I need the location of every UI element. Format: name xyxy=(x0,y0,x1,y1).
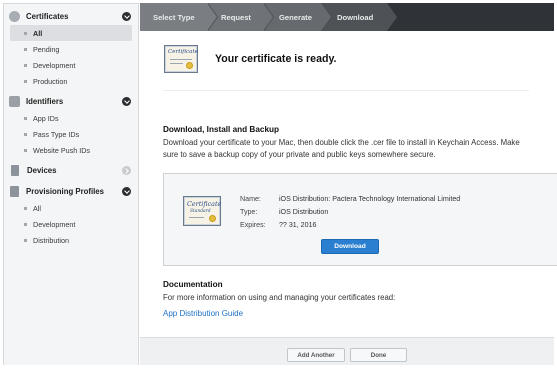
sidebar-item-app-ids[interactable]: App IDs xyxy=(4,110,138,126)
certificate-badge-icon xyxy=(9,11,20,22)
sidebar-item-label: Production xyxy=(33,76,68,86)
certificate-name: iOS Distribution: Pactera Technology Int… xyxy=(278,195,461,203)
certificate-type-row: Type: iOS Distribution xyxy=(240,208,329,216)
sidebar-item-label: All xyxy=(33,28,43,38)
bullet-icon xyxy=(24,148,27,152)
sidebar-section-identifiers[interactable]: Identifiers xyxy=(4,93,138,110)
page-title: Your certificate is ready. xyxy=(215,53,337,65)
bullet-icon xyxy=(24,116,27,120)
sidebar-section-label: Certificates xyxy=(26,12,69,21)
sidebar-item-label: Website Push IDs xyxy=(33,145,90,155)
sidebar-section-provisioning-profiles[interactable]: Provisioning Profiles xyxy=(4,183,138,200)
sidebar-section-label: Devices xyxy=(27,166,57,175)
main-content: Select Type Request Generate Download Ce… xyxy=(140,3,557,365)
download-section-description: Download your certificate to your Mac, t… xyxy=(163,138,520,159)
download-section-title: Download, Install and Backup xyxy=(163,125,280,134)
sidebar-item-profiles-development[interactable]: Development xyxy=(4,216,138,232)
sidebar-item-label: All xyxy=(33,203,41,213)
sidebar-item-website-push-ids[interactable]: Website Push IDs xyxy=(4,142,138,158)
app-distribution-guide-link[interactable]: App Distribution Guide xyxy=(163,309,243,318)
sidebar-item-profiles-all[interactable]: All xyxy=(4,200,138,216)
chevron-down-icon[interactable] xyxy=(122,187,131,196)
certificate-card: Certificate Standard Name: iOS Distribut… xyxy=(163,173,557,266)
seal-icon xyxy=(209,215,216,222)
id-card-icon xyxy=(9,96,20,107)
sidebar-section-label: Identifiers xyxy=(26,97,64,106)
sidebar-item-label: Distribution xyxy=(33,235,69,245)
certificate-type: iOS Distribution xyxy=(278,208,329,216)
chevron-down-icon[interactable] xyxy=(122,97,131,106)
download-button[interactable]: Download xyxy=(321,239,379,254)
bullet-icon xyxy=(24,63,27,67)
document-icon xyxy=(10,186,19,197)
sidebar-item-pending[interactable]: Pending xyxy=(4,41,138,57)
footer-bar: Add Another Done xyxy=(140,337,554,365)
sidebar-item-production[interactable]: Production xyxy=(4,73,138,89)
sidebar-item-label: Development xyxy=(33,219,76,229)
bullet-icon xyxy=(24,132,27,136)
done-button[interactable]: Done xyxy=(350,348,407,362)
bullet-icon xyxy=(24,47,27,51)
sidebar: Certificates All Pending Development Pro… xyxy=(3,3,139,365)
step-bar-fill xyxy=(387,3,554,31)
bullet-icon xyxy=(24,238,27,242)
ready-banner: Certificate Your certificate is ready. xyxy=(164,45,337,73)
sidebar-item-label: Development xyxy=(33,60,76,70)
bullet-icon xyxy=(24,31,27,35)
chevron-right-icon[interactable] xyxy=(122,166,131,175)
chevron-down-icon[interactable] xyxy=(122,12,131,21)
certificate-expires: ?? 31, 2016 xyxy=(278,221,317,229)
certificate-expires-row: Expires: ?? 31, 2016 xyxy=(240,221,317,229)
sidebar-item-label: App IDs xyxy=(33,113,59,123)
step-progress-bar: Select Type Request Generate Download xyxy=(140,3,554,31)
certificate-name-row: Name: iOS Distribution: Pactera Technolo… xyxy=(240,195,461,203)
sidebar-item-pass-type-ids[interactable]: Pass Type IDs xyxy=(4,126,138,142)
certificate-icon: Certificate Standard xyxy=(183,196,221,226)
seal-icon xyxy=(186,62,193,69)
certificate-icon: Certificate xyxy=(164,45,198,73)
sidebar-item-profiles-distribution[interactable]: Distribution xyxy=(4,232,138,248)
step-select-type: Select Type xyxy=(140,3,218,31)
device-icon xyxy=(11,165,19,176)
bullet-icon xyxy=(24,222,27,226)
add-another-button[interactable]: Add Another xyxy=(287,348,345,362)
bullet-icon xyxy=(24,206,27,210)
documentation-title: Documentation xyxy=(163,280,223,289)
sidebar-item-development[interactable]: Development xyxy=(4,57,138,73)
sidebar-item-certificates-all[interactable]: All xyxy=(10,25,132,41)
sidebar-section-devices[interactable]: Devices xyxy=(4,162,138,179)
bullet-icon xyxy=(24,79,27,83)
sidebar-section-certificates[interactable]: Certificates xyxy=(4,8,138,25)
sidebar-item-label: Pending xyxy=(33,44,60,54)
sidebar-section-label: Provisioning Profiles xyxy=(26,187,104,196)
sidebar-item-label: Pass Type IDs xyxy=(33,129,80,139)
documentation-description: For more information on using and managi… xyxy=(163,293,396,302)
divider xyxy=(163,90,529,91)
